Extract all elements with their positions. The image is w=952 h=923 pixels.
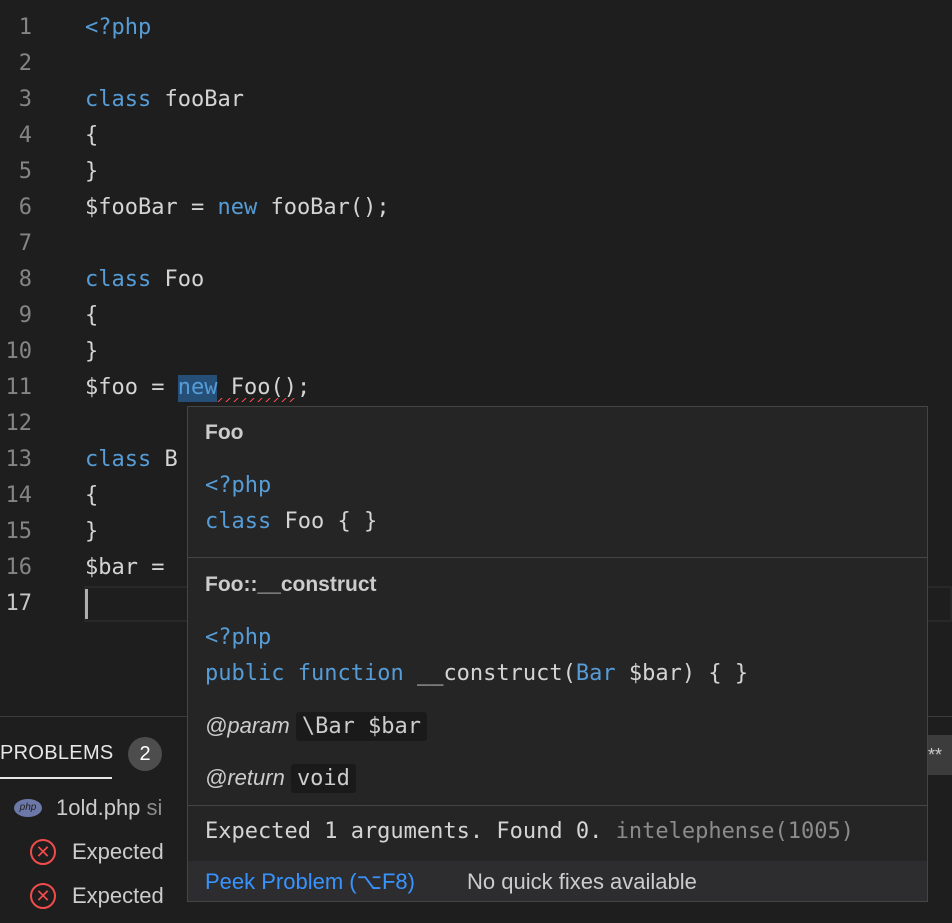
peek-problem-link[interactable]: Peek Problem (⌥F8) xyxy=(205,869,415,895)
code-token: B xyxy=(151,447,178,472)
problems-file-path: si xyxy=(140,795,163,820)
error-icon: ✕ xyxy=(30,839,56,865)
hover-constructor-title: Foo::__construct xyxy=(205,573,377,596)
hover-tooltip: Foo <?php class Foo { } Foo::__construct… xyxy=(187,406,928,902)
line-number: 12 xyxy=(5,411,33,436)
code-line[interactable]: 5} xyxy=(0,154,952,190)
hover-class-title: Foo xyxy=(205,421,244,444)
error-icon: ✕ xyxy=(30,883,56,909)
code-token: Foo xyxy=(151,267,205,292)
line-code: class Foo xyxy=(85,262,204,298)
text-cursor xyxy=(85,589,88,619)
line-number: 4 xyxy=(18,123,32,148)
code-token: Foo() xyxy=(217,375,297,402)
line-code: class fooBar xyxy=(85,82,244,118)
hover-diagnostic: Expected 1 arguments. Found 0. intelephe… xyxy=(205,819,855,844)
line-number: 11 xyxy=(5,375,33,400)
hover-return-tag: @return void xyxy=(205,764,356,793)
problems-file-row[interactable]: 1old.php si xyxy=(56,795,162,821)
code-line[interactable]: 7 xyxy=(0,226,952,262)
line-number: 15 xyxy=(5,519,33,544)
line-code: } xyxy=(85,154,98,190)
line-number: 17 xyxy=(5,591,33,616)
problem-item[interactable]: Expected xyxy=(72,839,164,865)
hover-constructor-signature: public function __construct(Bar $bar) { … xyxy=(205,661,749,686)
hover-php-tag: <?php xyxy=(205,625,272,650)
code-token: class xyxy=(85,87,152,112)
hover-separator xyxy=(188,805,927,806)
problems-file-name: 1old.php xyxy=(56,795,141,820)
problem-item[interactable]: Expected xyxy=(72,883,164,909)
code-line[interactable]: 10} xyxy=(0,334,952,370)
code-line[interactable]: 4{ xyxy=(0,118,952,154)
line-code: } xyxy=(85,334,98,370)
code-token: fooBar xyxy=(151,87,244,112)
code-token: <?php xyxy=(85,15,152,40)
code-token: } xyxy=(85,159,99,184)
code-token: $foo = xyxy=(85,375,178,400)
code-line[interactable]: 2 xyxy=(0,46,952,82)
line-code: { xyxy=(85,298,98,334)
no-quick-fixes-label: No quick fixes available xyxy=(467,869,697,894)
problems-count-badge: 2 xyxy=(128,737,162,771)
line-code: { xyxy=(85,478,98,514)
line-number: 13 xyxy=(5,447,33,472)
hover-param-tag: @param \Bar $bar xyxy=(205,712,428,741)
line-number: 8 xyxy=(18,267,32,292)
line-code: $bar = xyxy=(85,550,178,586)
code-token: { xyxy=(85,123,99,148)
code-token: { xyxy=(85,303,99,328)
line-number: 10 xyxy=(5,339,33,364)
line-number: 9 xyxy=(18,303,32,328)
code-line[interactable]: 3 class fooBar xyxy=(0,82,952,118)
code-token: class xyxy=(85,447,152,472)
code-line[interactable]: 6 $fooBar = new fooBar(); xyxy=(0,190,952,226)
code-token: class xyxy=(85,267,152,292)
hover-status-bar: Peek Problem (⌥F8) No quick fixes availa… xyxy=(188,861,927,901)
tab-problems[interactable]: PROBLEMS xyxy=(0,735,114,775)
hover-separator xyxy=(188,557,927,558)
line-code: } xyxy=(85,514,98,550)
code-token: $bar = xyxy=(85,555,178,580)
line-number: 2 xyxy=(18,51,32,76)
php-file-icon: php xyxy=(14,799,42,817)
code-line[interactable]: 8 class Foo xyxy=(0,262,952,298)
line-number: 1 xyxy=(18,15,32,40)
code-line[interactable]: 1 <?php xyxy=(0,10,952,46)
code-token: ; xyxy=(296,375,311,400)
line-number: 3 xyxy=(18,87,32,112)
line-number: 6 xyxy=(18,195,32,220)
code-token: } xyxy=(85,339,99,364)
code-token: $fooBar = xyxy=(85,195,218,220)
line-number: 16 xyxy=(5,555,33,580)
line-code: { xyxy=(85,118,98,154)
line-number: 7 xyxy=(18,231,32,256)
code-token: new xyxy=(177,375,218,402)
code-token: fooBar(); xyxy=(257,195,390,220)
line-code: <?php xyxy=(85,10,151,46)
hover-class-signature: class Foo { } xyxy=(205,509,378,534)
code-token: { xyxy=(85,483,99,508)
line-code: $fooBar = new fooBar(); xyxy=(85,190,390,226)
code-token: } xyxy=(85,519,99,544)
line-number: 14 xyxy=(5,483,33,508)
tab-active-indicator xyxy=(0,777,112,779)
code-line[interactable]: 9{ xyxy=(0,298,952,334)
line-code: $foo = new Foo(); xyxy=(85,370,310,406)
code-line[interactable]: 11 $foo = new Foo(); xyxy=(0,370,952,406)
line-code: class B xyxy=(85,442,178,478)
hover-php-tag: <?php xyxy=(205,473,272,498)
code-token: new xyxy=(217,195,258,220)
line-number: 5 xyxy=(18,159,32,184)
